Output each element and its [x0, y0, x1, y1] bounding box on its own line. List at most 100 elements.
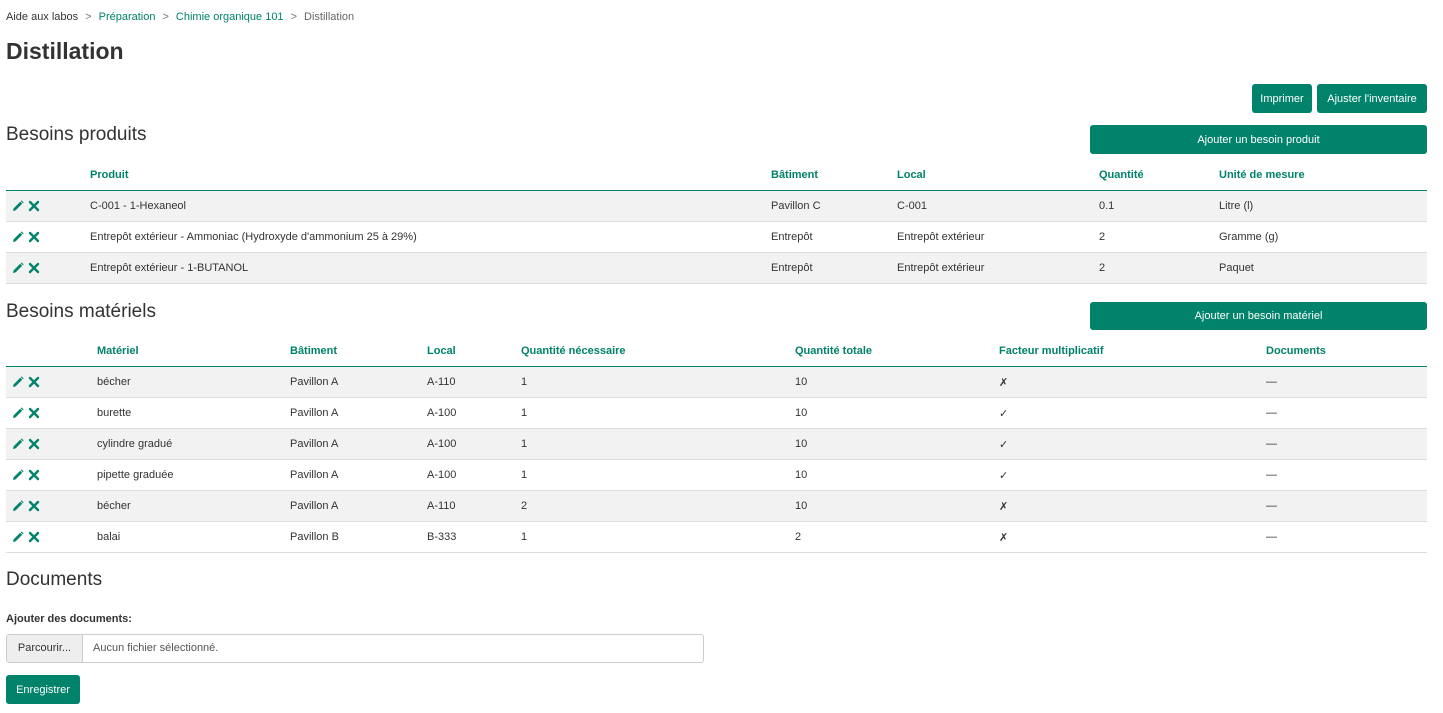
breadcrumb-current: Distillation [304, 11, 355, 23]
cell-materiel: pipette graduée [97, 459, 290, 491]
section-title-produits: Besoins produits [6, 124, 147, 145]
pencil-icon[interactable] [12, 262, 24, 274]
table-row: cylindre gradué Pavillon A A-100 1 10 ✓ — [6, 428, 1427, 460]
column-header-facteur[interactable]: Facteur multiplicatif [999, 336, 1266, 367]
cell-quantite-totale: 10 [795, 428, 999, 460]
close-icon[interactable] [28, 500, 40, 512]
column-header-quantite[interactable]: Quantité [1099, 160, 1219, 191]
breadcrumb-separator: > [85, 11, 92, 23]
close-icon[interactable] [28, 376, 40, 388]
save-button[interactable]: Enregistrer [6, 675, 80, 704]
cell-materiel: balai [97, 521, 290, 553]
section-title-materiels: Besoins matériels [6, 301, 156, 322]
table-row: pipette graduée Pavillon A A-100 1 10 ✓ — [6, 459, 1427, 491]
table-row: Entrepôt extérieur - 1-BUTANOL Entrepôt En… [6, 252, 1427, 284]
cell-materiel: cylindre gradué [97, 428, 290, 460]
cell-batiment: Entrepôt [771, 252, 897, 284]
close-icon[interactable] [28, 407, 40, 419]
add-produit-button[interactable]: Ajouter un besoin produit [1090, 125, 1427, 154]
cell-documents: — [1266, 397, 1427, 429]
table-row: balai Pavillon B B-333 1 2 ✗ — [6, 521, 1427, 553]
adjust-inventory-button[interactable]: Ajuster l'inventaire [1317, 84, 1427, 113]
cell-materiel: bécher [97, 490, 290, 522]
close-icon[interactable] [28, 531, 40, 543]
cell-quantite: 0.1 [1099, 190, 1219, 222]
close-icon[interactable] [28, 231, 40, 243]
table-row: bécher Pavillon A A-110 2 10 ✗ — [6, 490, 1427, 522]
cell-facteur: ✓ [999, 428, 1266, 460]
column-header-produit[interactable]: Produit [90, 160, 771, 191]
pencil-icon[interactable] [12, 438, 24, 450]
row-actions [6, 397, 97, 429]
pencil-icon[interactable] [12, 200, 24, 212]
cell-batiment: Pavillon A [290, 428, 427, 460]
pencil-icon[interactable] [12, 531, 24, 543]
column-header-documents[interactable]: Documents [1266, 336, 1427, 367]
cell-facteur: ✓ [999, 459, 1266, 491]
table-row: C-001 - 1-Hexaneol Pavillon C C-001 0.1 Litr… [6, 190, 1427, 222]
column-header-materiel[interactable]: Matériel [97, 336, 290, 367]
cell-quantite-necessaire: 1 [521, 521, 795, 553]
materiels-table: Matériel Bâtiment Local Quantité nécessa… [6, 336, 1427, 553]
cell-quantite-necessaire: 1 [521, 428, 795, 460]
column-header-quantite-necessaire[interactable]: Quantité nécessaire [521, 336, 795, 367]
cell-local: A-100 [427, 459, 521, 491]
row-actions [6, 428, 97, 460]
column-header-quantite-totale[interactable]: Quantité totale [795, 336, 999, 367]
table-row: bécher Pavillon A A-110 1 10 ✗ — [6, 366, 1427, 398]
close-icon[interactable] [28, 438, 40, 450]
cell-batiment: Pavillon A [290, 490, 427, 522]
column-header-batiment[interactable]: Bâtiment [771, 160, 897, 191]
pencil-icon[interactable] [12, 469, 24, 481]
row-actions [6, 221, 90, 253]
cell-produit: Entrepôt extérieur - Ammoniac (Hydroxyde… [90, 221, 771, 253]
add-materiel-button[interactable]: Ajouter un besoin matériel [1090, 302, 1427, 330]
cell-facteur: ✗ [999, 521, 1266, 553]
cell-quantite-necessaire: 1 [521, 459, 795, 491]
cell-quantite-totale: 10 [795, 490, 999, 522]
pencil-icon[interactable] [12, 231, 24, 243]
cell-quantite-necessaire: 2 [521, 490, 795, 522]
column-header-local[interactable]: Local [427, 336, 521, 367]
row-actions [6, 190, 90, 222]
print-button[interactable]: Imprimer [1252, 84, 1312, 113]
cell-local: A-110 [427, 490, 521, 522]
close-icon[interactable] [28, 469, 40, 481]
cell-facteur: ✗ [999, 366, 1266, 398]
close-icon[interactable] [28, 262, 40, 274]
cell-local: A-100 [427, 397, 521, 429]
column-header-unite[interactable]: Unité de mesure [1219, 160, 1427, 191]
row-actions [6, 252, 90, 284]
breadcrumb: Aide aux labos > Préparation > Chimie organi… [6, 11, 354, 23]
cell-local: Entrepôt extérieur [897, 252, 1099, 284]
breadcrumb-separator: > [162, 11, 169, 23]
cell-batiment: Pavillon A [290, 366, 427, 398]
cell-batiment: Entrepôt [771, 221, 897, 253]
cell-quantite-necessaire: 1 [521, 397, 795, 429]
documents-label: Ajouter des documents: [6, 613, 132, 625]
breadcrumb-home[interactable]: Aide aux labos [6, 11, 78, 23]
browse-button[interactable]: Parcourir... [7, 635, 83, 662]
table-header-row: Produit Bâtiment Local Quantité Unité de… [6, 160, 1427, 191]
cell-produit: Entrepôt extérieur - 1-BUTANOL [90, 252, 771, 284]
pencil-icon[interactable] [12, 376, 24, 388]
row-actions [6, 366, 97, 398]
cell-batiment: Pavillon A [290, 397, 427, 429]
cell-unite: Gramme (g) [1219, 221, 1427, 253]
breadcrumb-separator: > [290, 11, 297, 23]
breadcrumb-preparation[interactable]: Préparation [99, 11, 156, 23]
cell-batiment: Pavillon B [290, 521, 427, 553]
pencil-icon[interactable] [12, 407, 24, 419]
close-icon[interactable] [28, 200, 40, 212]
cell-documents: — [1266, 490, 1427, 522]
cell-documents: — [1266, 459, 1427, 491]
column-header-batiment[interactable]: Bâtiment [290, 336, 427, 367]
cell-local: C-001 [897, 190, 1099, 222]
file-input[interactable]: Parcourir... Aucun fichier sélectionné. [6, 634, 704, 663]
breadcrumb-course[interactable]: Chimie organique 101 [176, 11, 284, 23]
cell-local: Entrepôt extérieur [897, 221, 1099, 253]
pencil-icon[interactable] [12, 500, 24, 512]
cell-batiment: Pavillon C [771, 190, 897, 222]
row-actions [6, 490, 97, 522]
column-header-local[interactable]: Local [897, 160, 1099, 191]
